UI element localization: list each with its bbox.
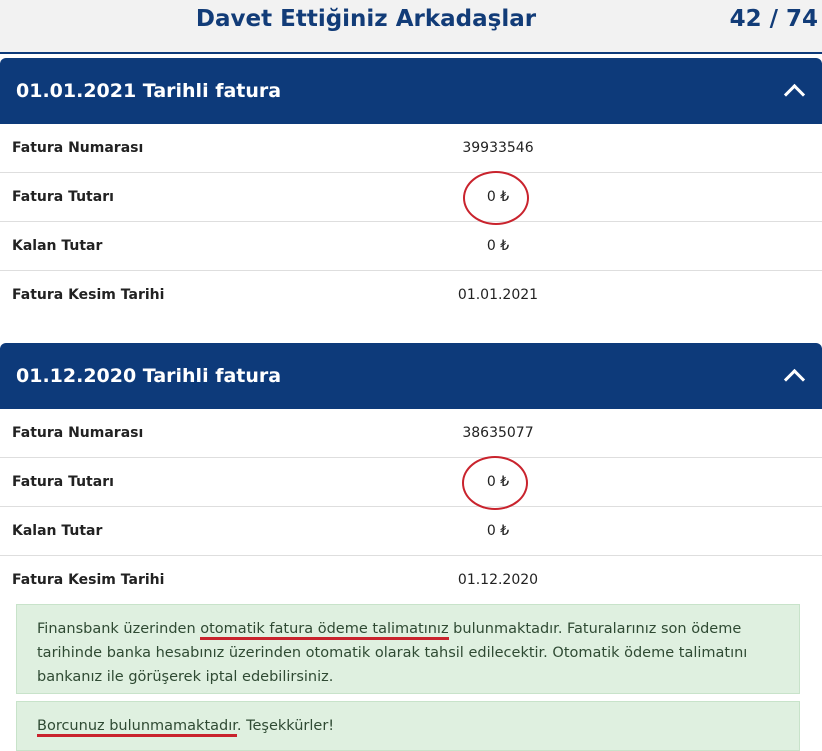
row-value: 01.12.2020 bbox=[457, 572, 539, 588]
invoice-card-1: 01.01.2021 Tarihli fatura Fatura Numaras… bbox=[0, 58, 822, 336]
row-value: 0 ₺ bbox=[486, 238, 510, 254]
row-value: 0 ₺ bbox=[486, 189, 510, 205]
autopay-notice: Finansbank üzerinden otomatik fatura öde… bbox=[16, 604, 800, 694]
row-value: 38635077 bbox=[462, 425, 534, 441]
invoice-row-number: Fatura Numarası 38635077 bbox=[0, 409, 822, 458]
invoice-card-header[interactable]: 01.12.2020 Tarihli fatura bbox=[0, 343, 822, 409]
row-value: 39933546 bbox=[462, 140, 534, 156]
row-label: Fatura Tutarı bbox=[12, 189, 114, 205]
row-label: Fatura Kesim Tarihi bbox=[12, 572, 165, 588]
invoice-card-title: 01.12.2020 Tarihli fatura bbox=[16, 365, 282, 387]
row-label: Kalan Tutar bbox=[12, 238, 103, 254]
row-label: Fatura Numarası bbox=[12, 425, 144, 441]
invoice-row-issue-date: Fatura Kesim Tarihi 01.01.2021 bbox=[0, 271, 822, 320]
autopay-instruction-link-text: otomatik fatura ödeme talimatınız bbox=[200, 621, 449, 640]
row-label: Fatura Numarası bbox=[12, 140, 144, 156]
row-label: Kalan Tutar bbox=[12, 523, 103, 539]
row-value: 0 ₺ bbox=[486, 474, 510, 490]
invoice-card-2: 01.12.2020 Tarihli fatura Fatura Numaras… bbox=[0, 343, 822, 605]
invoice-row-number: Fatura Numarası 39933546 bbox=[0, 124, 822, 173]
notice-text: Finansbank üzerinden bbox=[37, 621, 201, 637]
debt-notice: Borcunuz bulunmamaktadır. Teşekkürler! bbox=[16, 701, 800, 751]
no-debt-text: Borcunuz bulunmamaktadır bbox=[37, 718, 237, 737]
row-value: 0 ₺ bbox=[486, 523, 510, 539]
invoice-row-amount: Fatura Tutarı 0 ₺ bbox=[0, 458, 822, 507]
chevron-up-icon[interactable] bbox=[783, 83, 806, 105]
invoice-row-amount: Fatura Tutarı 0 ₺ bbox=[0, 173, 822, 222]
page-title: Davet Ettiğiniz Arkadaşlar bbox=[195, 6, 537, 32]
invoice-row-remaining: Kalan Tutar 0 ₺ bbox=[0, 222, 822, 271]
chevron-up-icon[interactable] bbox=[783, 368, 806, 390]
page-counter: 42 / 74 bbox=[729, 6, 818, 32]
invoice-row-remaining: Kalan Tutar 0 ₺ bbox=[0, 507, 822, 556]
row-label: Fatura Tutarı bbox=[12, 474, 114, 490]
invoice-card-title: 01.01.2021 Tarihli fatura bbox=[16, 80, 282, 102]
invoice-card-header[interactable]: 01.01.2021 Tarihli fatura bbox=[0, 58, 822, 124]
row-value: 01.01.2021 bbox=[457, 287, 539, 303]
invoice-row-issue-date: Fatura Kesim Tarihi 01.12.2020 bbox=[0, 556, 822, 605]
page-header: Davet Ettiğiniz Arkadaşlar 42 / 74 bbox=[0, 0, 822, 54]
row-label: Fatura Kesim Tarihi bbox=[12, 287, 165, 303]
notice-text: . Teşekkürler! bbox=[236, 718, 335, 734]
